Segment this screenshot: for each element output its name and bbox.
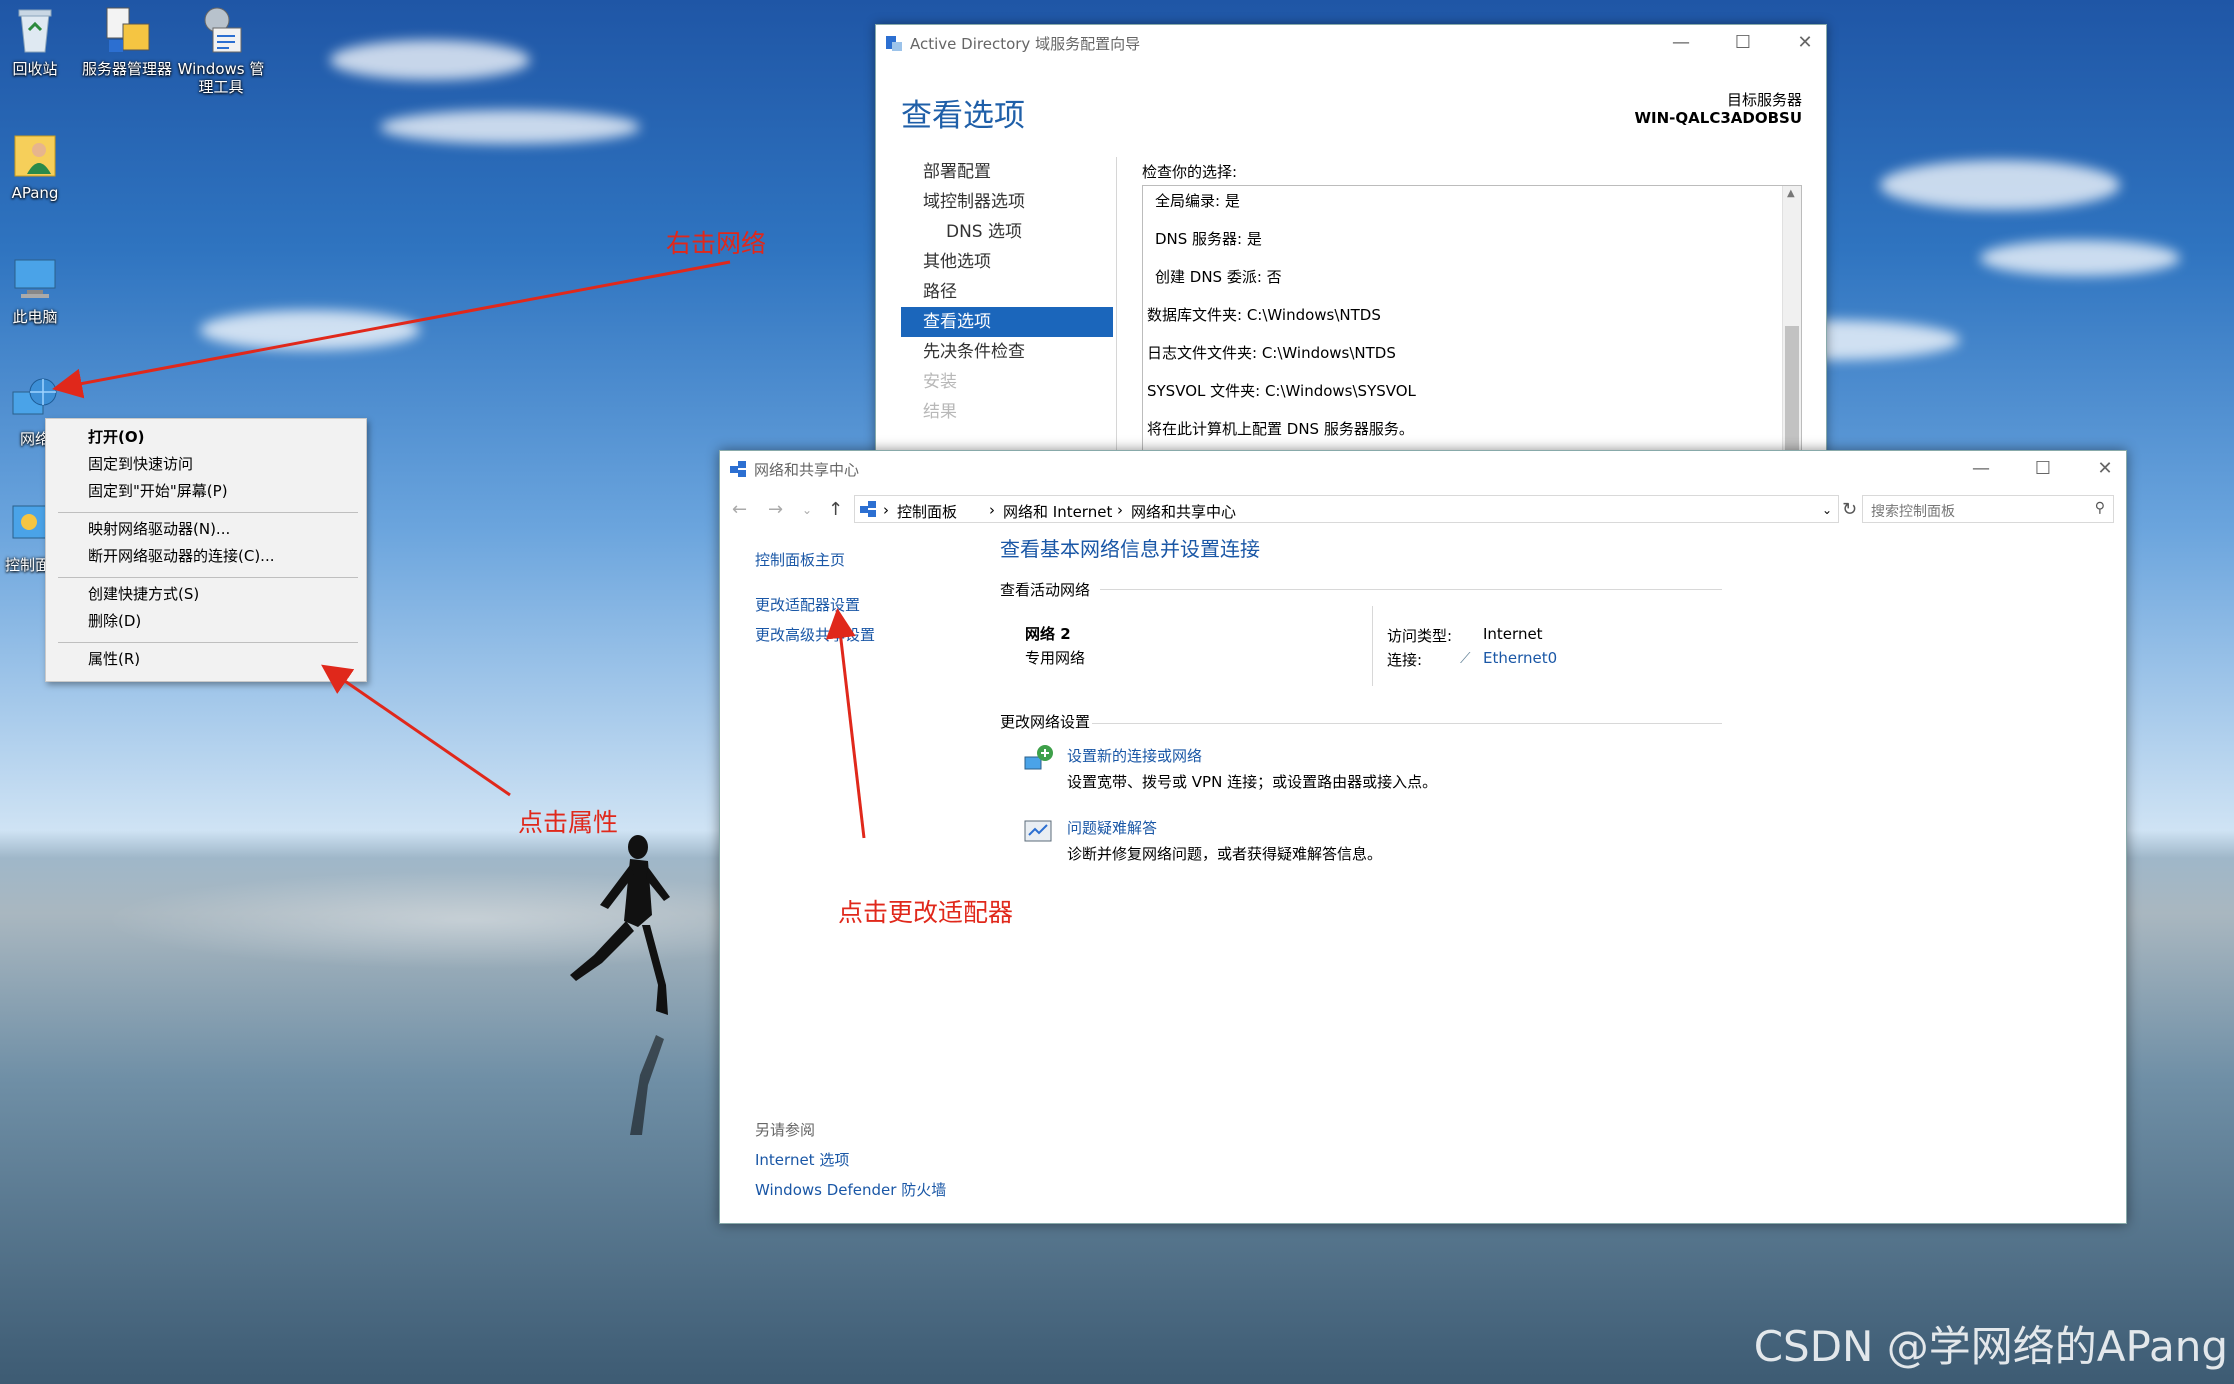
annotation-right-click-network: 右击网络	[666, 229, 767, 258]
arrow-to-properties-item	[321, 664, 511, 797]
arrow-to-network-icon	[52, 260, 731, 399]
arrow-to-adapter-settings	[825, 608, 866, 839]
annotation-click-properties: 点击属性	[518, 808, 619, 837]
annotation-click-change-adapter: 点击更改适配器	[838, 898, 1014, 927]
annotation-arrows	[52, 260, 866, 839]
